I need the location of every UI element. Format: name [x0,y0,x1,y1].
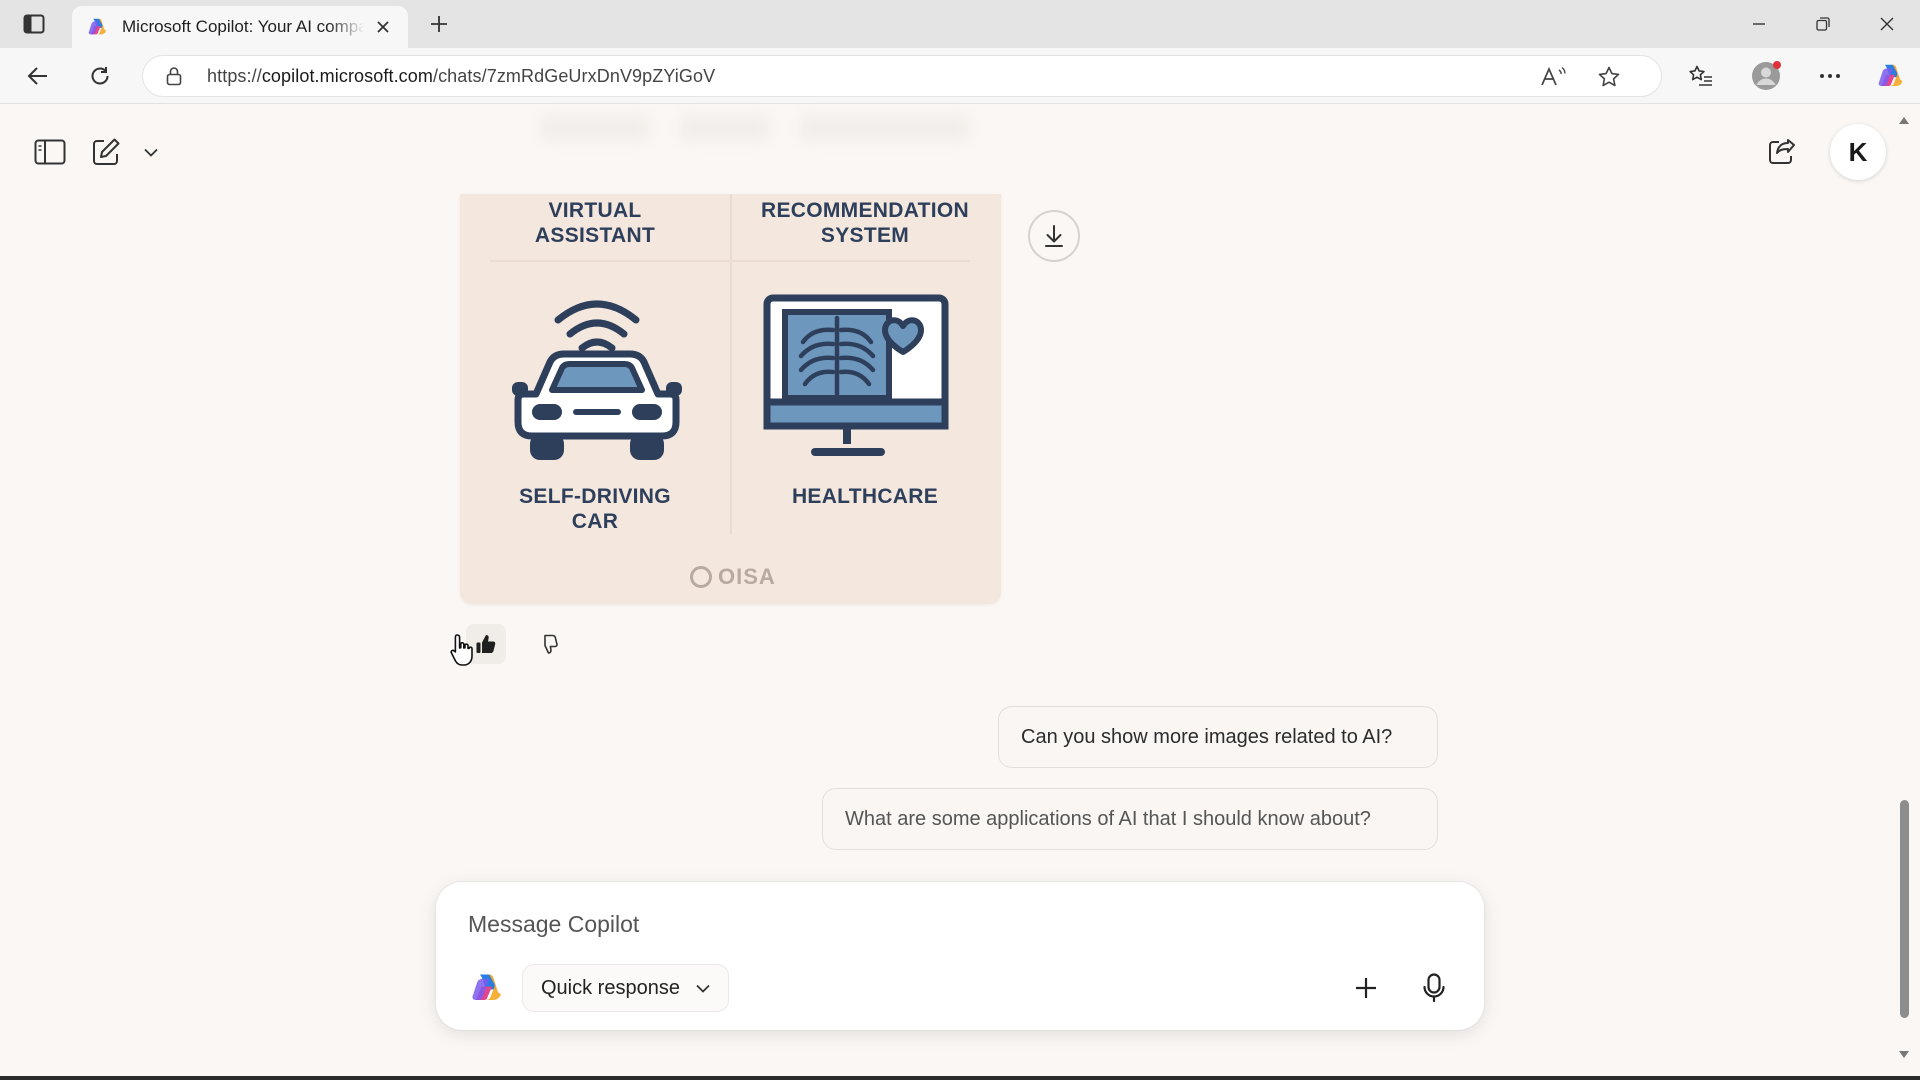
tab-actions-icon [23,14,45,34]
copilot-logo-icon[interactable] [468,970,504,1006]
favorites-button[interactable] [1681,58,1721,94]
self-driving-car-icon [512,300,682,460]
watermark-logo-icon [690,566,712,588]
address-bar[interactable]: https://copilot.microsoft.com/chats/7zmR… [142,55,1662,97]
caret-down-icon [1899,1050,1909,1058]
profile-avatar-icon [1752,61,1781,90]
image-divider-vertical [730,194,732,534]
url-text: https://copilot.microsoft.com/chats/7zmR… [207,66,715,87]
browser-toolbar: https://copilot.microsoft.com/chats/7zmR… [0,48,1920,104]
voice-input-button[interactable] [1412,966,1456,1010]
sidebar-icon [34,139,66,165]
new-chat-dropdown-button[interactable] [130,134,172,170]
image-divider-horizontal [490,260,970,262]
settings-more-button[interactable] [1810,58,1850,94]
lock-icon[interactable] [163,65,185,87]
chevron-down-icon [144,148,158,157]
more-dots-icon [1820,74,1840,78]
toggle-sidebar-button[interactable] [28,130,72,174]
message-input[interactable] [468,904,1368,944]
copilot-sidebar-button[interactable] [1870,58,1910,94]
favorites-list-icon [1689,65,1712,86]
restore-icon [1816,17,1830,31]
url-host: copilot.microsoft.com [261,65,433,86]
url-scheme: https:// [207,65,262,86]
response-mode-label: Quick response [541,976,680,999]
browser-tab-active[interactable]: Microsoft Copilot: Your AI companion [72,6,408,48]
cell-label-virtual-assistant: VIRTUAL ASSISTANT [534,199,656,247]
new-chat-button[interactable] [84,130,128,174]
page-scrollbar[interactable] [1894,104,1914,1076]
tab-close-button[interactable] [372,16,394,38]
compose-icon [93,138,120,165]
chevron-down-icon [696,984,710,993]
read-aloud-icon [1541,66,1566,86]
plus-icon [431,16,447,32]
message-composer: Quick response [436,882,1484,1030]
profile-button[interactable] [1746,58,1786,94]
copilot-favicon-icon [88,18,107,35]
favorite-star-button[interactable] [1591,62,1627,92]
thumbs-up-icon [476,635,496,653]
scroll-down-arrow[interactable] [1898,1048,1910,1060]
healthcare-monitor-icon [763,294,949,456]
download-image-button[interactable] [1028,210,1080,262]
tab-title: Microsoft Copilot: Your AI companion [122,17,364,36]
thumbs-down-icon [544,634,558,654]
share-icon [1769,139,1795,164]
close-icon [1880,17,1894,31]
minimize-icon [1753,23,1765,25]
user-avatar[interactable]: K [1830,124,1886,180]
hand-cursor-icon [450,634,473,666]
caret-up-icon [1899,116,1909,124]
copilot-logo-icon [1878,64,1903,86]
star-icon [1598,66,1620,87]
share-button[interactable] [1760,130,1804,174]
new-tab-button[interactable] [420,10,458,38]
watermark-text: OISA [718,564,776,589]
image-watermark: OISA [690,564,776,590]
plus-icon [1356,978,1376,998]
refresh-button[interactable] [80,58,120,94]
close-window-button[interactable] [1864,8,1910,40]
close-icon [377,21,389,33]
scroll-fade [420,846,1480,886]
scrollbar-thumb[interactable] [1900,800,1909,1018]
window-bottom-edge [0,1076,1920,1080]
cell-label-healthcare: HEALTHCARE [791,485,939,508]
copilot-page: K VIRTUAL ASSISTANT RECOMMENDATION SYSTE… [0,104,1920,1080]
suggestion-chip[interactable]: Can you show more images related to AI? [998,706,1438,768]
attach-button[interactable] [1344,966,1388,1010]
thumbs-down-button[interactable] [528,624,568,664]
microphone-icon [1423,973,1445,1003]
download-icon [1045,225,1063,247]
read-aloud-button[interactable] [1535,62,1571,92]
suggestion-chip[interactable]: What are some applications of AI that I … [822,788,1438,850]
browser-tab-bar: Microsoft Copilot: Your AI companion [0,0,1920,48]
scrolled-content-ghost [530,104,1010,160]
restore-button[interactable] [1800,8,1846,40]
back-button[interactable] [18,58,58,94]
generated-image-card[interactable]: VIRTUAL ASSISTANT RECOMMENDATION SYSTEM [460,194,1001,604]
cell-label-self-driving-car: SELF-DRIVING CAR [519,485,671,533]
refresh-icon [91,67,109,85]
response-mode-select[interactable]: Quick response [522,964,729,1012]
url-path: /chats/7zmRdGeUrxDnV9pZYiGoV [432,65,716,86]
minimize-button[interactable] [1736,8,1782,40]
back-arrow-icon [27,67,47,85]
scroll-up-arrow[interactable] [1898,114,1910,126]
cell-label-recommendation-system: RECOMMENDATION SYSTEM [761,199,969,247]
tab-actions-button[interactable] [14,10,54,38]
